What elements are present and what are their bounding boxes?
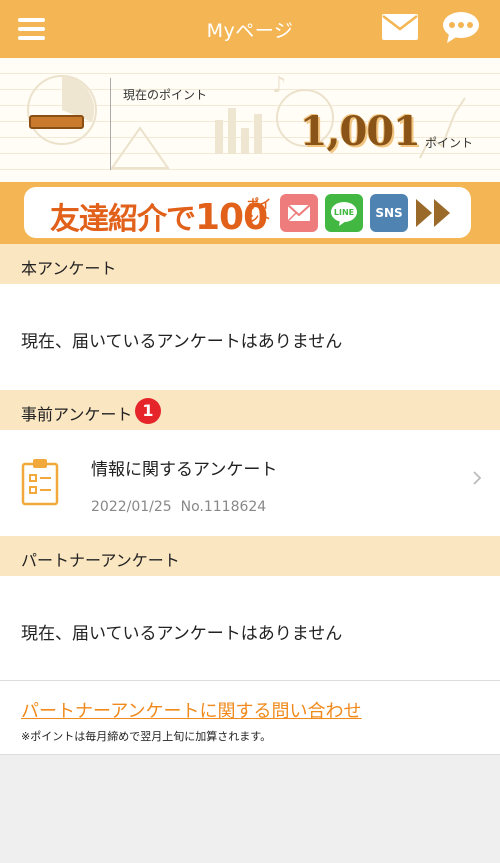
banner-mail-icon [280,194,318,232]
section-header-main-survey: 本アンケート [0,244,500,284]
points-panel: ♪ 現在のポイント 1,001 ポイント [0,58,500,182]
notification-badge: 1 [135,398,161,424]
points-label: 現在のポイント [123,88,208,102]
survey-meta: 2022/01/25 No.1118624 [91,499,266,515]
footer: パートナーアンケートに関する問い合わせ ※ポイントは毎月締めで翌月上旬に加算され… [0,680,500,755]
points-unit: ポイント [424,136,473,150]
line-icon: LINE [325,194,363,232]
referral-banner[interactable]: 友達紹介で100 ポイント LINE SNS [24,187,471,238]
section-title: 本アンケート [21,259,117,278]
points-note: ※ポイントは毎月締めで翌月上旬に加算されます。 [21,730,272,743]
survey-title: 情報に関するアンケート [91,460,278,480]
svg-text:♪: ♪ [272,73,286,98]
section-header-partner-survey: パートナーアンケート [0,536,500,576]
section-title: 事前アンケート [21,405,133,424]
clipboard-icon [21,459,59,506]
banner-main-text: 友達紹介で [50,202,196,237]
list-item[interactable]: 情報に関するアンケート 2022/01/25 No.1118624 [0,430,500,536]
banner-text: 友達紹介で100 [50,194,268,238]
empty-message: 現在、届いているアンケートはありません [21,332,343,352]
chat-bubble-icon[interactable] [441,10,481,44]
section-header-pre-survey: 事前アンケート 1 [0,390,500,430]
chevron-right-icon [473,471,482,485]
line-label: LINE [334,208,354,217]
divider [110,78,111,170]
partner-contact-link[interactable]: パートナーアンケートに関する問い合わせ [21,697,362,723]
empty-message: 現在、届いているアンケートはありません [21,624,343,644]
sns-icon: SNS [370,194,408,232]
app-header: Myページ [0,0,500,58]
survey-number: No.1118624 [180,499,267,515]
section-title: パートナーアンケート [21,551,180,570]
main-survey-list: 現在、届いているアンケートはありません [0,284,500,390]
referral-banner-area: 友達紹介で100 ポイント LINE SNS [0,182,500,244]
envelope-icon[interactable] [382,14,418,40]
banner-points-text: ポイント [247,197,272,225]
double-arrow-right-icon [416,199,450,227]
partner-survey-list: 現在、届いているアンケートはありません [0,576,500,680]
points-value: 1,001 [299,108,421,155]
survey-date: 2022/01/25 [91,499,172,515]
rank-badge [29,115,84,129]
page-title: Myページ [206,20,294,42]
